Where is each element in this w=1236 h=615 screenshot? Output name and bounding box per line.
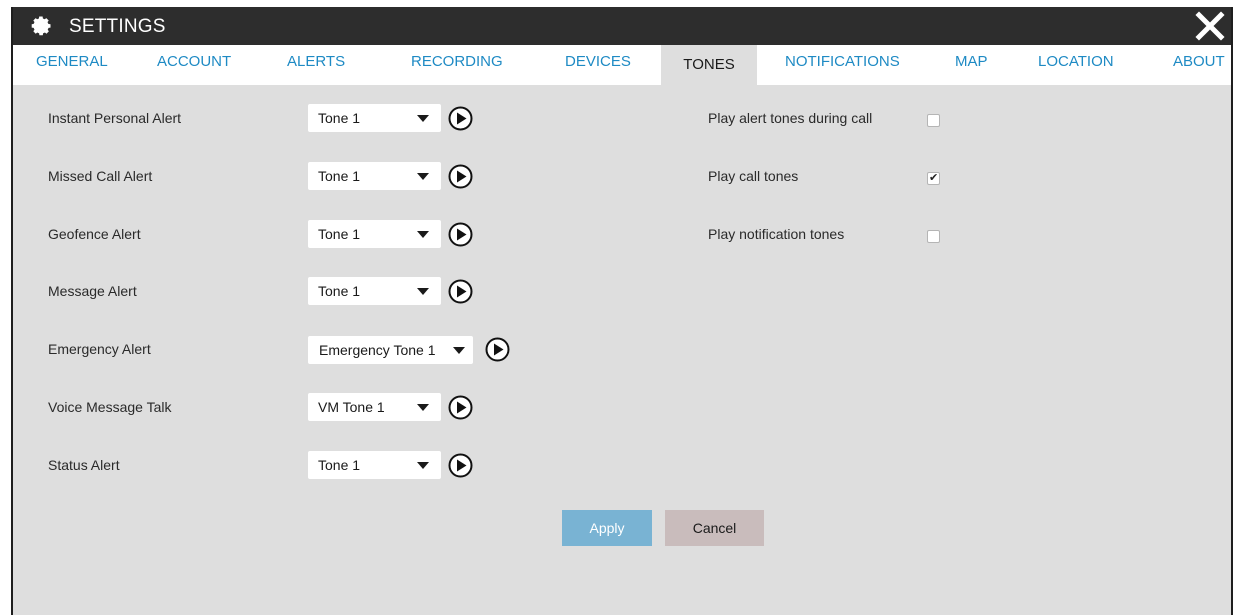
voice-message-talk-select[interactable]: VM Tone 1 — [308, 393, 441, 421]
select-value: Tone 1 — [318, 168, 361, 184]
select-value: Tone 1 — [318, 283, 361, 299]
play-notification-tones-label: Play notification tones — [708, 226, 845, 242]
play-icon[interactable] — [448, 279, 473, 304]
settings-window: SETTINGS GENERAL ACCOUNT ALERTS RECORDIN… — [11, 7, 1233, 615]
tab-notifications[interactable]: NOTIFICATIONS — [785, 45, 900, 85]
play-call-tones-checkbox[interactable]: ✔ — [927, 172, 940, 185]
select-value: VM Tone 1 — [318, 399, 385, 415]
chevron-down-icon — [417, 462, 429, 469]
select-value: Tone 1 — [318, 457, 361, 473]
status-alert-label: Status Alert — [48, 457, 120, 473]
tab-map[interactable]: MAP — [955, 45, 988, 85]
window-title: SETTINGS — [69, 16, 166, 37]
geofence-alert-label: Geofence Alert — [48, 226, 141, 242]
tab-account[interactable]: ACCOUNT — [157, 45, 231, 85]
chevron-down-icon — [453, 347, 465, 354]
chevron-down-icon — [417, 288, 429, 295]
play-icon[interactable] — [448, 453, 473, 478]
close-icon[interactable] — [1195, 11, 1225, 41]
status-alert-select[interactable]: Tone 1 — [308, 451, 441, 479]
geofence-alert-select[interactable]: Tone 1 — [308, 220, 441, 248]
emergency-alert-select[interactable]: Emergency Tone 1 — [308, 336, 473, 364]
apply-button[interactable]: Apply — [562, 510, 652, 546]
message-alert-label: Message Alert — [48, 283, 137, 299]
select-value: Tone 1 — [318, 226, 361, 242]
title-bar: SETTINGS — [13, 7, 1231, 45]
tab-tones[interactable]: TONES — [661, 45, 757, 85]
cancel-button[interactable]: Cancel — [665, 510, 764, 546]
missed-call-alert-select[interactable]: Tone 1 — [308, 162, 441, 190]
select-value: Tone 1 — [318, 110, 361, 126]
gear-icon — [31, 16, 51, 36]
instant-personal-alert-select[interactable]: Tone 1 — [308, 104, 441, 132]
play-icon[interactable] — [485, 337, 510, 362]
play-call-tones-label: Play call tones — [708, 168, 799, 184]
tab-devices[interactable]: DEVICES — [565, 45, 631, 85]
missed-call-alert-label: Missed Call Alert — [48, 168, 153, 184]
play-notification-tones-checkbox[interactable] — [927, 230, 940, 243]
play-alert-tones-during-call-checkbox[interactable] — [927, 114, 940, 127]
play-alert-tones-during-call-label: Play alert tones during call — [708, 110, 873, 126]
chevron-down-icon — [417, 404, 429, 411]
tab-alerts[interactable]: ALERTS — [287, 45, 345, 85]
tab-general[interactable]: GENERAL — [36, 45, 108, 85]
instant-personal-alert-label: Instant Personal Alert — [48, 110, 182, 126]
chevron-down-icon — [417, 231, 429, 238]
tab-about[interactable]: ABOUT — [1173, 45, 1225, 85]
voice-message-talk-label: Voice Message Talk — [48, 399, 172, 415]
select-value: Emergency Tone 1 — [319, 342, 436, 358]
tab-bar: GENERAL ACCOUNT ALERTS RECORDING DEVICES… — [13, 45, 1231, 85]
chevron-down-icon — [417, 173, 429, 180]
emergency-alert-label: Emergency Alert — [48, 341, 151, 357]
chevron-down-icon — [417, 115, 429, 122]
tab-location[interactable]: LOCATION — [1038, 45, 1114, 85]
play-icon[interactable] — [448, 106, 473, 131]
tab-recording[interactable]: RECORDING — [411, 45, 503, 85]
play-icon[interactable] — [448, 395, 473, 420]
play-icon[interactable] — [448, 222, 473, 247]
message-alert-select[interactable]: Tone 1 — [308, 277, 441, 305]
play-icon[interactable] — [448, 164, 473, 189]
checkmark-icon: ✔ — [929, 172, 939, 184]
